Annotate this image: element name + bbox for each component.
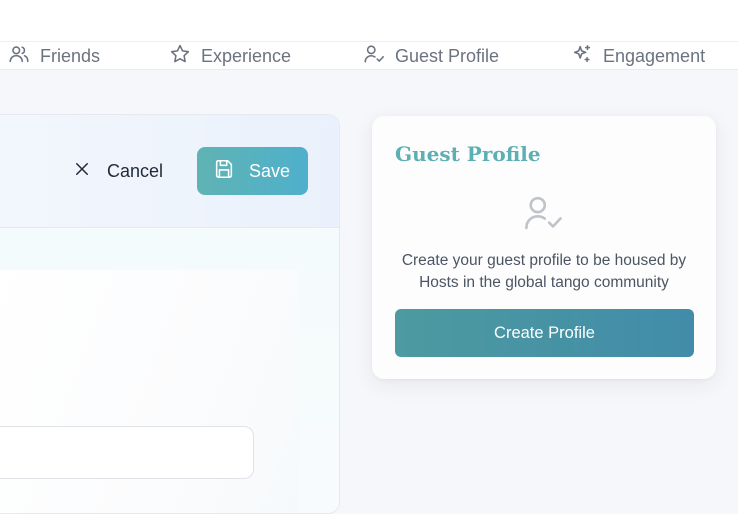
guest-profile-card: Guest Profile Create your guest profile … [372, 116, 716, 379]
sparkles-icon [571, 43, 593, 70]
guest-profile-title: Guest Profile [395, 142, 541, 166]
nav-item-label: Engagement [603, 45, 706, 66]
star-icon [169, 43, 191, 70]
edit-card-header: Cancel Save [0, 115, 339, 228]
nav-item-experience[interactable]: Experience [169, 42, 291, 70]
top-bar [0, 0, 738, 42]
nav-item-label: Experience [201, 45, 292, 66]
create-profile-button[interactable]: Create Profile [395, 309, 694, 357]
nav-item-guest-profile[interactable]: Guest Profile [363, 42, 499, 70]
main-nav: Friends Experience Guest Profile Engagem… [0, 42, 738, 70]
user-check-icon [522, 192, 564, 234]
save-icon [213, 158, 235, 185]
users-icon [8, 43, 30, 70]
cancel-button[interactable]: Cancel [73, 159, 163, 183]
close-icon [73, 160, 91, 183]
profile-edit-card: Cancel Save [0, 114, 340, 514]
save-label: Save [249, 160, 291, 181]
cancel-label: Cancel [107, 160, 164, 181]
save-button[interactable]: Save [197, 147, 308, 195]
user-check-icon [363, 43, 385, 70]
nav-item-friends[interactable]: Friends [8, 42, 100, 70]
form-text-field[interactable] [0, 426, 254, 479]
guest-profile-description: Create your guest profile to be housed b… [401, 252, 687, 291]
edit-card-body [0, 229, 339, 513]
nav-item-label: Friends [40, 45, 101, 66]
form-panel [0, 270, 298, 513]
nav-item-engagement[interactable]: Engagement [571, 42, 705, 70]
nav-item-label: Guest Profile [395, 45, 500, 66]
